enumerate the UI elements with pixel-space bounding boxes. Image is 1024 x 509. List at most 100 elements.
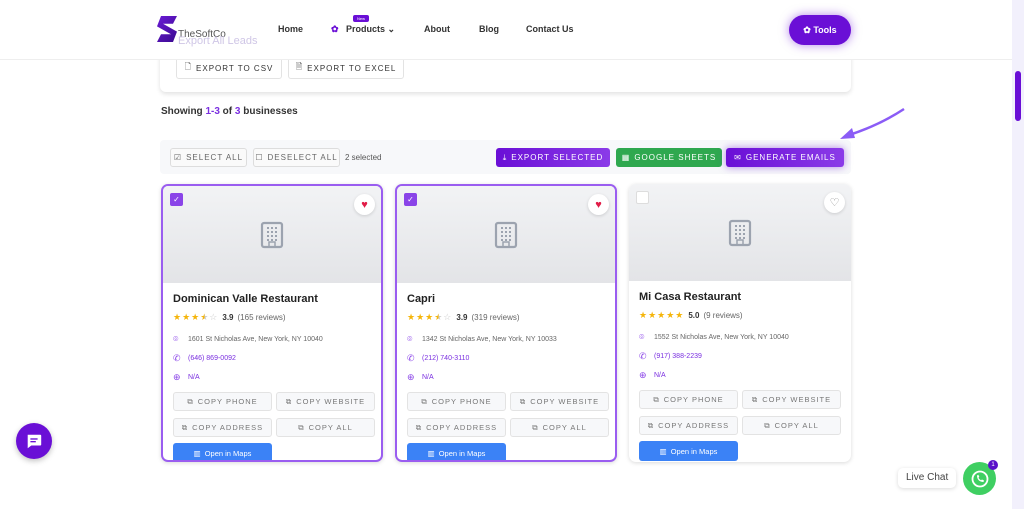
export-selected-button[interactable]: ⤓ EXPORT SELECTED — [496, 148, 610, 167]
download-icon: ⤓ — [502, 152, 508, 162]
copy-icon: ⧉ — [653, 394, 660, 404]
copy-website-button[interactable]: ⧉ COPY WEBSITE — [742, 390, 841, 409]
select-checkbox[interactable]: ✓ — [170, 193, 183, 206]
business-image: ✓ ♥ — [163, 186, 381, 283]
scrollbar[interactable] — [1012, 0, 1024, 509]
gear-icon: ✿ — [331, 24, 339, 34]
copy-phone-button[interactable]: ⧉ COPY PHONE — [173, 392, 272, 411]
copy-icon: ⧉ — [187, 396, 194, 406]
copy-website-button[interactable]: ⧉ COPY WEBSITE — [510, 392, 609, 411]
website: N/A — [654, 372, 666, 379]
website: N/A — [188, 374, 200, 381]
copy-icon: ⧉ — [285, 396, 293, 406]
copy-icon: ⧉ — [532, 422, 539, 432]
address: 1552 St Nicholas Ave, New York, NY 10040 — [654, 334, 789, 341]
header: TheSoftCo Home New ✿ Products ⌄ About Bl… — [0, 0, 1012, 60]
table-icon: ▦ — [621, 153, 631, 162]
copy-phone-button[interactable]: ⧉ COPY PHONE — [407, 392, 506, 411]
address: 1342 St Nicholas Ave, New York, NY 10033 — [422, 336, 557, 343]
phone-link[interactable]: (646) 869-0092 — [188, 355, 236, 362]
live-chat-label[interactable]: Live Chat — [898, 468, 957, 488]
business-image: ✓ ♥ — [397, 186, 615, 283]
notification-badge: 1 — [988, 460, 998, 470]
new-badge: New — [353, 15, 370, 22]
phone-icon: ✆ — [639, 351, 647, 361]
globe-icon: ⊕ — [407, 372, 415, 382]
open-in-maps-button[interactable]: ▥ Open in Maps — [639, 441, 738, 461]
favorite-button[interactable]: ♥ — [354, 194, 375, 215]
copy-icon: ⧉ — [298, 422, 305, 432]
square-icon: ☐ — [255, 153, 264, 162]
business-name: Dominican Valle Restaurant — [173, 293, 318, 305]
business-name: Capri — [407, 293, 436, 305]
google-sheets-button[interactable]: ▦ GOOGLE SHEETS — [616, 148, 722, 167]
building-icon — [494, 221, 518, 248]
copy-icon: ⧉ — [647, 420, 655, 430]
check-square-icon: ☑ — [173, 153, 183, 162]
deselect-all-button[interactable]: ☐ DESELECT ALL — [253, 148, 340, 167]
chat-button[interactable] — [16, 423, 52, 459]
business-card: ♡ Mi Casa Restaurant ★★★★★ 5.0 (9 reviews)… — [629, 184, 851, 462]
copy-icon: ⧉ — [751, 394, 759, 404]
open-in-maps-button[interactable]: ▥ Open in Maps — [407, 443, 506, 460]
chat-icon — [27, 434, 42, 449]
scrollbar-thumb[interactable] — [1015, 71, 1021, 121]
copy-all-button[interactable]: ⧉ COPY ALL — [742, 416, 841, 435]
map-pin-icon: ⌾ — [639, 332, 645, 342]
favorite-button[interactable]: ♥ — [588, 194, 609, 215]
star-rating-icons: ★★★★★ — [639, 310, 685, 320]
business-image: ♡ — [629, 184, 851, 281]
rating: ★★★★☆ 3.9 (165 reviews) — [173, 312, 286, 322]
copy-all-button[interactable]: ⧉ COPY ALL — [510, 418, 609, 437]
copy-phone-button[interactable]: ⧉ COPY PHONE — [639, 390, 738, 409]
copy-icon: ⧉ — [181, 422, 189, 432]
phone-icon: ✆ — [407, 353, 415, 363]
copy-website-button[interactable]: ⧉ COPY WEBSITE — [276, 392, 375, 411]
export-csv-button[interactable]: 🗋 EXPORT TO CSV — [176, 57, 282, 79]
copy-icon: ⧉ — [519, 396, 527, 406]
rating: ★★★★★ 5.0 (9 reviews) — [639, 310, 743, 320]
favorite-button[interactable]: ♡ — [824, 192, 845, 213]
map-icon: ▥ — [193, 448, 201, 458]
phone-link[interactable]: (917) 388-2239 — [654, 353, 702, 360]
phone-icon: ✆ — [173, 353, 181, 363]
tools-button[interactable]: ✿ Tools — [789, 15, 851, 45]
nav-blog[interactable]: Blog — [479, 24, 499, 34]
heart-icon: ♡ — [829, 197, 840, 209]
phone-link[interactable]: (212) 740-3110 — [422, 355, 469, 362]
nav-about[interactable]: About — [424, 24, 450, 34]
export-all-leads-label: Export All Leads — [178, 35, 258, 47]
map-icon: ▥ — [427, 448, 435, 458]
rating: ★★★★☆ 3.9 (319 reviews) — [407, 312, 520, 322]
building-icon — [260, 221, 284, 248]
select-all-button[interactable]: ☑ SELECT ALL — [170, 148, 247, 167]
address: 1601 St Nicholas Ave, New York, NY 10040 — [188, 336, 323, 343]
results-count: Showing 1-3 of 3 businesses — [161, 106, 298, 117]
generate-emails-button[interactable]: ✉ GENERATE EMAILS — [726, 148, 844, 167]
building-icon — [728, 219, 752, 246]
business-name: Mi Casa Restaurant — [639, 291, 742, 303]
copy-icon: ⧉ — [415, 422, 423, 432]
map-pin-icon: ⌾ — [407, 334, 413, 344]
chevron-down-icon: ⌄ — [387, 24, 396, 34]
selected-count: 2 selected — [345, 153, 382, 162]
select-checkbox[interactable] — [636, 191, 649, 204]
nav-home[interactable]: Home — [278, 24, 303, 34]
file-icon: 🗋 — [184, 62, 193, 71]
globe-icon: ⊕ — [639, 370, 647, 380]
gear-icon: ✿ — [803, 24, 814, 35]
nav-products[interactable]: Products ⌄ — [346, 24, 395, 35]
nav-contact[interactable]: Contact Us — [526, 24, 574, 34]
copy-address-button[interactable]: ⧉ COPY ADDRESS — [173, 418, 272, 437]
copy-all-button[interactable]: ⧉ COPY ALL — [276, 418, 375, 437]
open-in-maps-button[interactable]: ▥ Open in Maps — [173, 443, 272, 460]
mail-icon: ✉ — [734, 153, 742, 162]
export-excel-button[interactable]: 🗎 EXPORT TO EXCEL — [288, 57, 404, 79]
select-checkbox[interactable]: ✓ — [404, 193, 417, 206]
logo-mark — [157, 16, 177, 42]
map-icon: ▥ — [659, 446, 667, 456]
copy-address-button[interactable]: ⧉ COPY ADDRESS — [407, 418, 506, 437]
spreadsheet-file-icon: 🗎 — [295, 62, 304, 71]
copy-icon: ⧉ — [421, 396, 428, 406]
copy-address-button[interactable]: ⧉ COPY ADDRESS — [639, 416, 738, 435]
